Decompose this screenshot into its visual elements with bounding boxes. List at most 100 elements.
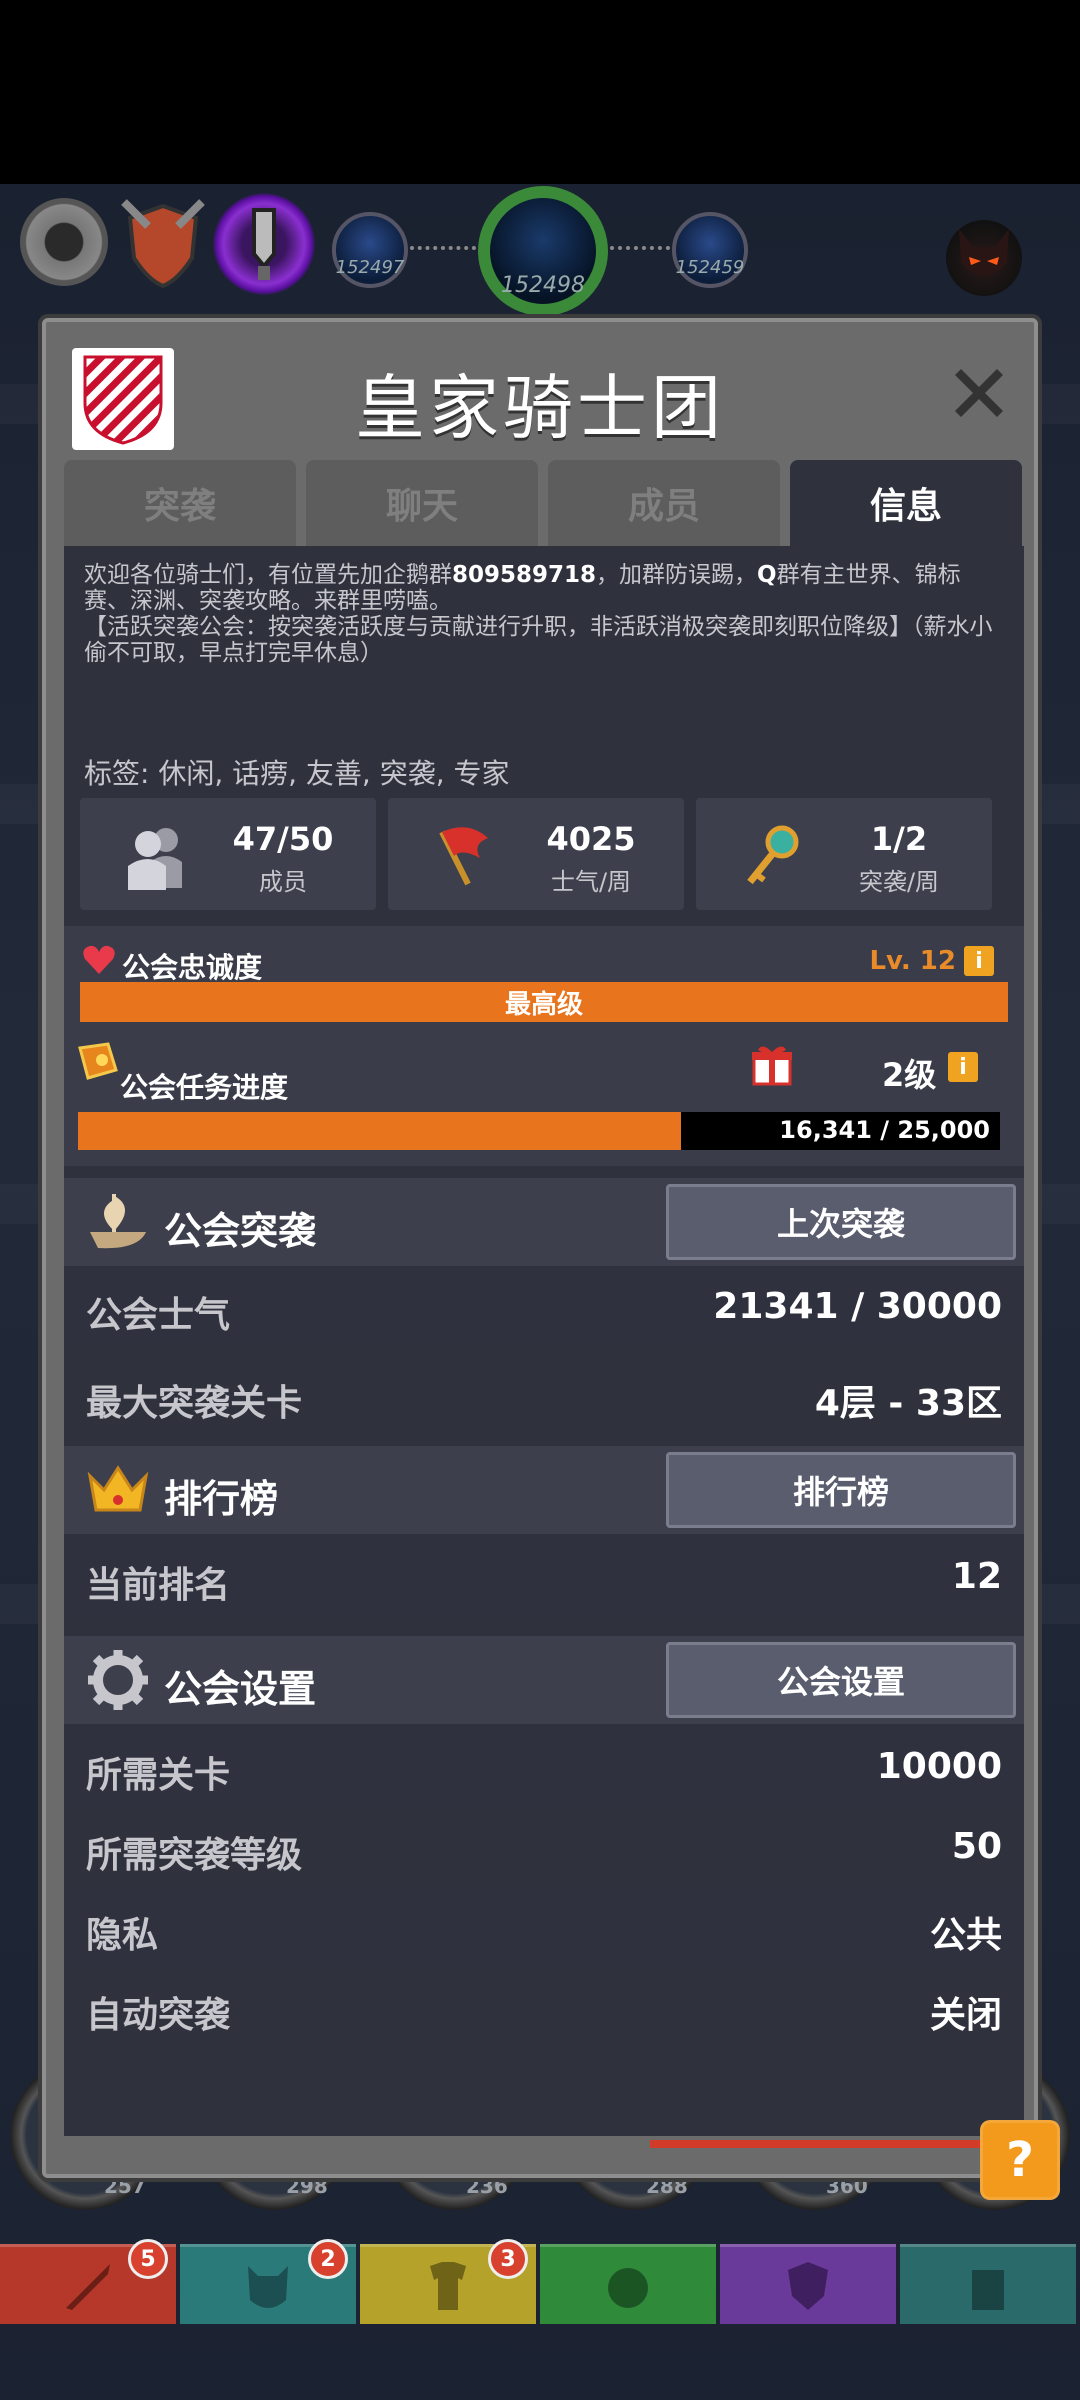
tab-armor[interactable]: 3	[360, 2239, 536, 2324]
stat-value: 1/2	[870, 820, 928, 858]
notification-badge: 2	[308, 2239, 348, 2279]
settings-section-header: 公会设置 公会设置	[64, 1636, 1024, 1724]
monster-icon	[608, 2267, 648, 2308]
kv-value: 12	[951, 1556, 1002, 1597]
stat-members: 47/50 成员	[80, 798, 376, 910]
section-title: 公会突袭	[164, 1209, 317, 1253]
settings-gear-icon[interactable]	[20, 198, 108, 286]
tab-raid[interactable]: 突袭	[64, 460, 296, 546]
stat-label: 成员	[259, 868, 307, 896]
task-progress-text: 16,341 / 25,000	[779, 1116, 990, 1144]
key-icon	[747, 825, 799, 885]
kv-key: 隐私	[86, 1915, 159, 1956]
tab-monster[interactable]	[540, 2244, 716, 2324]
guild-shield-icon[interactable]	[118, 196, 208, 290]
kv-value: 公共	[929, 1915, 1002, 1956]
tab-boss[interactable]	[720, 2244, 896, 2324]
kv-row: 隐私 公共	[64, 1886, 1024, 1966]
task-progress-fill	[78, 1112, 681, 1150]
demon-icon[interactable]	[946, 220, 1022, 296]
stat-value: 47/50	[232, 820, 334, 858]
notification-badge: 3	[488, 2239, 528, 2279]
sword-icon	[66, 2263, 110, 2310]
kv-row: 所需突袭等级 50	[64, 1806, 1024, 1886]
kv-key: 当前排名	[86, 1565, 231, 1606]
shop-icon	[972, 2269, 1004, 2310]
kv-row: 所需关卡 10000	[64, 1726, 1024, 1806]
scroll-indicator	[650, 2140, 980, 2148]
ranking-button[interactable]: 排行榜	[666, 1452, 1016, 1528]
boss-icon	[788, 2261, 828, 2310]
modal-tabs: 突袭 聊天 成员 信息	[64, 460, 1024, 546]
close-button[interactable]	[944, 358, 1014, 428]
kv-key: 公会士气	[86, 1295, 231, 1336]
info-panel: 欢迎各位骑士们，有位置先加企鹅群809589718，加群防误踢，Q群有主世界、锦…	[64, 546, 1024, 2136]
kv-key: 所需关卡	[86, 1755, 231, 1796]
kv-value: 21341 / 30000	[713, 1286, 1002, 1327]
members-icon	[128, 828, 182, 890]
kv-key: 自动突袭	[86, 1995, 231, 2036]
section-title: 排行榜	[164, 1477, 279, 1521]
world-orb[interactable]: 152497	[332, 212, 408, 288]
desc-text: 【活跃突袭公会：按突袭活跃度与贡献进行升职，非活跃消极突袭即刻职位降级】（薪水小…	[84, 614, 993, 666]
tab-members[interactable]: 成员	[548, 460, 780, 546]
kv-value: 50	[951, 1826, 1002, 1867]
guild-crest-icon	[72, 348, 174, 450]
scroll-icon	[78, 1042, 118, 1080]
guild-stats: 47/50 成员 4025 士气/周 1/2 突袭/周	[80, 798, 1008, 910]
ship-icon	[90, 1194, 146, 1249]
help-button[interactable]: ?	[980, 2120, 1060, 2200]
kv-row: 最大突袭关卡 4层 - 33区	[64, 1354, 1024, 1434]
stat-label: 士气/周	[550, 868, 632, 896]
orb-number: 152459	[675, 257, 745, 278]
gift-icon[interactable]	[750, 1042, 794, 1086]
info-icon[interactable]: i	[948, 1052, 978, 1082]
tab-info[interactable]: 信息	[790, 460, 1022, 546]
kv-row: 公会士气 21341 / 30000	[64, 1266, 1024, 1346]
task-progress-bar: 16,341 / 25,000	[78, 1112, 1000, 1150]
last-raid-button[interactable]: 上次突袭	[666, 1184, 1016, 1260]
loyalty-section: 公会忠诚度 Lv. 12 i 最高级 公会任务进度 2级 i 16,341 / 2…	[64, 926, 1024, 1166]
tab-shop[interactable]	[900, 2244, 1076, 2324]
raid-section-header: 公会突袭 上次突袭	[64, 1178, 1024, 1266]
kv-row: 当前排名 12	[64, 1536, 1024, 1616]
world-orb[interactable]: 152459	[672, 212, 748, 288]
loyalty-level: Lv. 12 i	[869, 946, 994, 976]
desc-text: 欢迎各位骑士们，有位置先加企鹅群	[84, 562, 452, 588]
bottom-tab-bar: 5 2 3	[0, 2239, 1080, 2380]
loyalty-label: 公会忠诚度	[122, 951, 263, 984]
stat-value: 4025	[546, 820, 636, 858]
orb-link	[410, 246, 476, 254]
orb-link	[610, 246, 670, 254]
helmet-icon	[248, 2265, 288, 2308]
tab-helmet[interactable]: 2	[180, 2239, 356, 2324]
modal-title: 皇家骑士团	[355, 367, 725, 449]
section-title: 公会设置	[164, 1667, 317, 1711]
close-icon	[955, 369, 1003, 417]
kv-key: 最大突袭关卡	[86, 1383, 303, 1424]
sword-hud-icon[interactable]	[212, 192, 316, 296]
info-icon[interactable]: i	[964, 946, 994, 976]
ranking-section-header: 排行榜 排行榜	[64, 1446, 1024, 1534]
guild-description: 欢迎各位骑士们，有位置先加企鹅群809589718，加群防误踢，Q群有主世界、锦…	[84, 562, 1004, 666]
stat-label: 突袭/周	[858, 868, 940, 896]
kv-key: 所需突袭等级	[86, 1835, 303, 1876]
guild-info-modal: 皇家骑士团 突袭 聊天 成员 信息 欢迎各位骑士们，有位置先加企鹅群809589…	[42, 318, 1038, 2178]
loyalty-bar: 最高级	[80, 982, 1008, 1022]
desc-q: Q	[757, 562, 777, 588]
task-level: 2级	[882, 1056, 937, 1094]
stat-raids: 1/2 突袭/周	[696, 798, 992, 910]
qq-number: 809589718	[452, 562, 597, 588]
world-orb-current[interactable]: 152498	[478, 186, 608, 316]
crown-icon	[87, 1465, 149, 1512]
orb-number: 152498	[501, 273, 585, 298]
guild-tags: 标签: 休闲, 话痨, 友善, 突袭, 专家	[84, 757, 510, 790]
armor-icon	[430, 2261, 466, 2310]
tab-chat[interactable]: 聊天	[306, 460, 538, 546]
loyalty-bar-text: 最高级	[504, 989, 583, 1020]
gear-icon	[88, 1650, 148, 1710]
kv-value: 10000	[876, 1746, 1002, 1787]
guild-settings-button[interactable]: 公会设置	[666, 1642, 1016, 1718]
tab-weapon[interactable]: 5	[0, 2239, 176, 2324]
kv-value: 4层 - 33区	[814, 1383, 1002, 1424]
